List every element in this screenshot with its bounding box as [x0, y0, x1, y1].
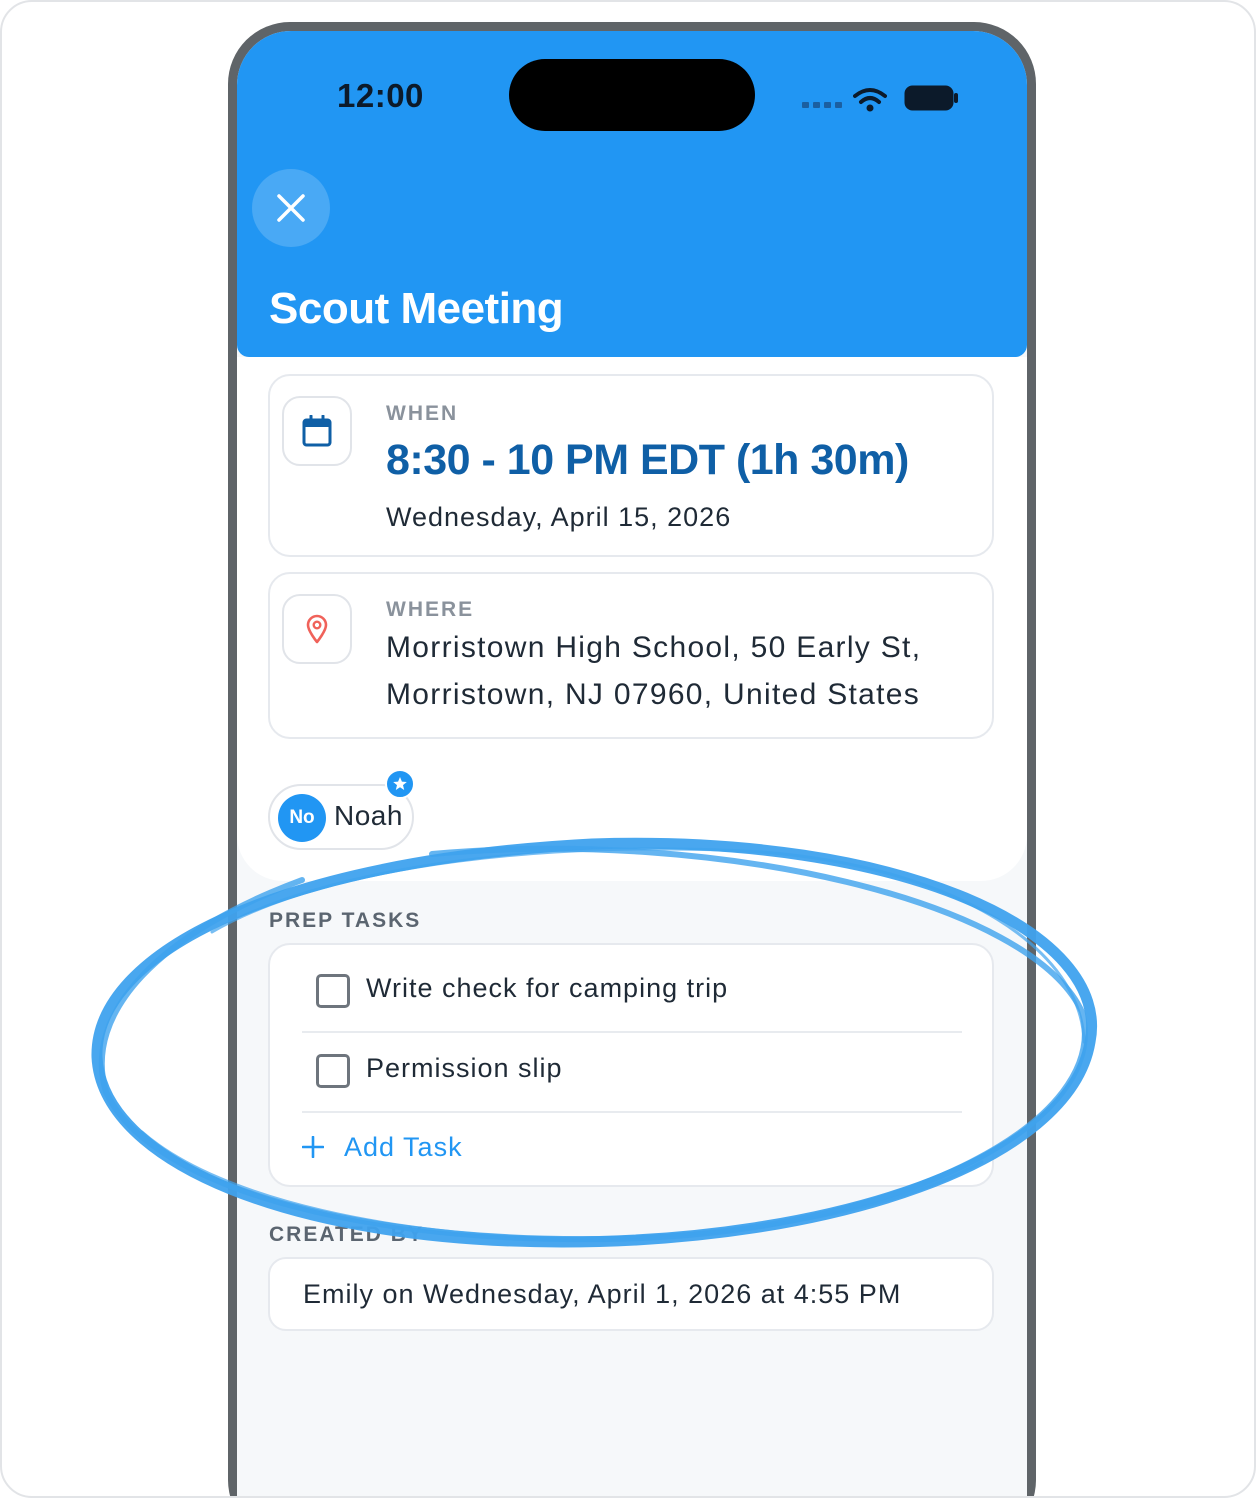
task-row[interactable]: Permission slip — [270, 1035, 992, 1115]
when-card[interactable]: WHEN 8:30 - 10 PM EDT (1h 30m) Wednesday… — [268, 374, 994, 557]
plus-icon — [302, 1136, 324, 1158]
organizer-badge — [385, 769, 415, 799]
task-checkbox[interactable] — [316, 1054, 350, 1088]
calendar-icon — [302, 415, 332, 447]
where-card[interactable]: WHERE Morristown High School, 50 Early S… — [268, 572, 994, 739]
phone-screen: 12:00 Scout Meeting WHEN 8:30 - 10 PM ED… — [237, 31, 1027, 1496]
prep-tasks-label: PREP TASKS — [269, 909, 422, 932]
task-checkbox[interactable] — [316, 974, 350, 1008]
when-label: WHEN — [386, 402, 459, 425]
created-by-label: CREATED BY — [269, 1223, 424, 1246]
event-time-range: 8:30 - 10 PM EDT (1h 30m) — [386, 436, 909, 484]
battery-icon — [904, 85, 958, 111]
address-line-1: Morristown High School, 50 Early St, — [386, 631, 922, 664]
phone-frame: 12:00 Scout Meeting WHEN 8:30 - 10 PM ED… — [228, 22, 1036, 1496]
avatar: No — [278, 794, 326, 842]
where-label: WHERE — [386, 598, 475, 621]
add-task-label: Add Task — [344, 1131, 463, 1162]
status-time: 12:00 — [337, 77, 424, 114]
dynamic-island — [509, 59, 755, 131]
map-pin-icon-box — [282, 594, 352, 664]
close-button[interactable] — [252, 169, 330, 247]
page-title: Scout Meeting — [269, 284, 564, 333]
wifi-icon — [853, 88, 887, 112]
task-text: Write check for camping trip — [366, 973, 729, 1003]
star-icon — [393, 777, 407, 790]
map-pin-icon — [306, 614, 328, 644]
cellular-signal-icon — [802, 102, 842, 108]
add-task-button[interactable]: Add Task — [302, 1125, 463, 1169]
address-line-2: Morristown, NJ 07960, United States — [386, 678, 921, 711]
calendar-icon-box — [282, 396, 352, 466]
event-date: Wednesday, April 15, 2026 — [386, 502, 732, 532]
divider — [302, 1111, 962, 1113]
prep-tasks-card: Write check for camping trip Permission … — [268, 943, 994, 1187]
created-by-card: Emily on Wednesday, April 1, 2026 at 4:5… — [268, 1257, 994, 1331]
task-row[interactable]: Write check for camping trip — [270, 955, 992, 1035]
attendee-name: Noah — [334, 800, 403, 831]
event-header: 12:00 Scout Meeting — [237, 31, 1027, 357]
screenshot-frame: 12:00 Scout Meeting WHEN 8:30 - 10 PM ED… — [0, 0, 1256, 1498]
divider — [302, 1031, 962, 1033]
created-by-text: Emily on Wednesday, April 1, 2026 at 4:5… — [303, 1279, 902, 1309]
close-icon — [277, 194, 305, 222]
task-text: Permission slip — [366, 1053, 563, 1083]
